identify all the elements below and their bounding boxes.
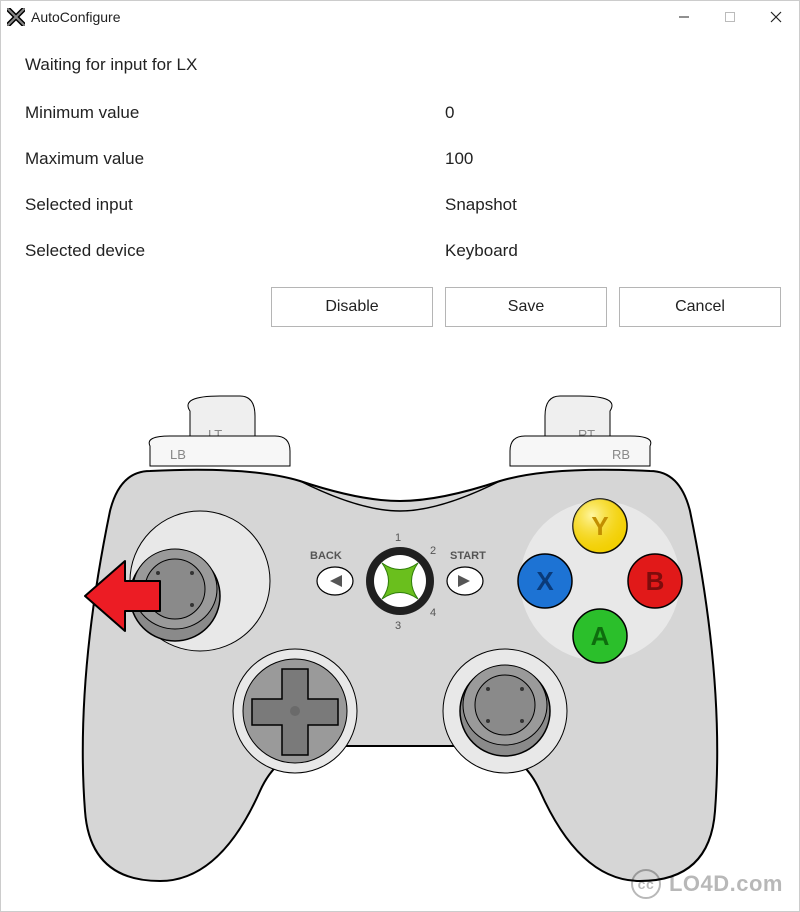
row-selected-device: Selected device Keyboard	[25, 241, 775, 261]
status-prefix: Waiting for input for	[25, 55, 177, 74]
watermark: cc LO4D.com	[631, 869, 783, 899]
min-value: 0	[445, 103, 454, 123]
svg-text:Y: Y	[591, 511, 608, 541]
selected-input-value: Snapshot	[445, 195, 517, 215]
a-button: A	[573, 609, 627, 663]
row-max: Maximum value 100	[25, 149, 775, 169]
lb-bumper: LB	[149, 436, 290, 466]
x-button: X	[518, 554, 572, 608]
button-row: Disable Save Cancel	[25, 287, 781, 327]
status-axis: LX	[177, 55, 198, 74]
start-button	[447, 567, 483, 595]
start-label: START	[450, 550, 486, 562]
guide-n3: 3	[395, 620, 401, 632]
titlebar: AutoConfigure	[1, 1, 799, 33]
row-min: Minimum value 0	[25, 103, 775, 123]
cc-icon: cc	[631, 869, 661, 899]
b-button: B	[628, 554, 682, 608]
svg-text:B: B	[646, 566, 665, 596]
min-label: Minimum value	[25, 103, 445, 123]
row-selected-input: Selected input Snapshot	[25, 195, 775, 215]
guide-n1: 1	[395, 532, 401, 544]
guide-n4: 4	[430, 607, 436, 619]
window: AutoConfigure Waiting for input for LX M…	[0, 0, 800, 912]
back-button	[317, 567, 353, 595]
window-title: AutoConfigure	[31, 9, 121, 25]
disable-button[interactable]: Disable	[271, 287, 433, 327]
svg-text:A: A	[591, 621, 610, 651]
y-button: Y	[573, 499, 627, 553]
selected-device-value: Keyboard	[445, 241, 518, 261]
minimize-button[interactable]	[661, 1, 707, 33]
save-button[interactable]: Save	[445, 287, 607, 327]
controller-diagram: LT RT LB RB	[1, 391, 799, 911]
guide-n2: 2	[430, 545, 436, 557]
guide-button	[366, 547, 434, 615]
max-value: 100	[445, 149, 473, 169]
cancel-button[interactable]: Cancel	[619, 287, 781, 327]
status-line: Waiting for input for LX	[25, 55, 775, 75]
app-icon	[7, 8, 25, 26]
rb-bumper: RB	[510, 436, 651, 466]
max-label: Maximum value	[25, 149, 445, 169]
back-label: BACK	[310, 550, 342, 562]
window-controls	[661, 1, 799, 33]
right-stick	[460, 665, 550, 756]
selected-device-label: Selected device	[25, 241, 445, 261]
maximize-button[interactable]	[707, 1, 753, 33]
svg-text:X: X	[536, 566, 554, 596]
rb-label: RB	[612, 447, 630, 462]
content: Waiting for input for LX Minimum value 0…	[1, 33, 799, 327]
controller-svg: LT RT LB RB	[30, 391, 770, 911]
selected-input-label: Selected input	[25, 195, 445, 215]
watermark-text: LO4D.com	[669, 871, 783, 897]
lb-label: LB	[170, 447, 186, 462]
close-button[interactable]	[753, 1, 799, 33]
